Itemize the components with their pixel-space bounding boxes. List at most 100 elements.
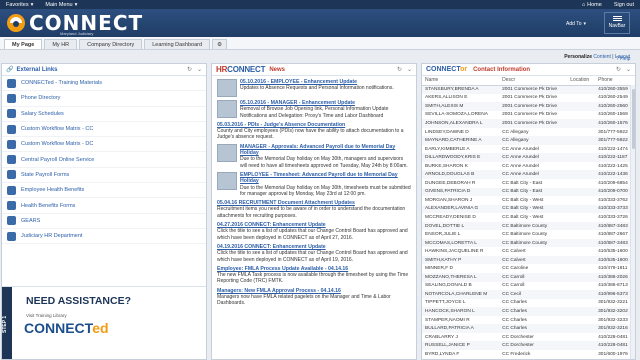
news-title-link[interactable]: EMPLOYEE - Timesheet: Advanced Payroll d… <box>240 172 411 185</box>
navbar-button[interactable]: NavBar <box>604 12 630 34</box>
personalize-content-link[interactable]: Content <box>593 54 611 60</box>
table-row: GIVENS,PATRICIA D CC Balt City - East 410/… <box>422 187 635 197</box>
external-link-item[interactable]: Salary Schedules <box>2 107 206 122</box>
contact-name: HAWKINS,JACQUELINE R <box>425 249 484 255</box>
contact-descr: 2001 Commerce Pk Drive <box>502 120 558 126</box>
refresh-icon[interactable]: ↻ <box>616 66 621 73</box>
news-item: 04.19.2016 CONNECT: Enhancement Update Cl… <box>217 244 411 263</box>
favorites-menu[interactable]: Favorites ▾ <box>0 2 39 8</box>
contacts-table: Name Descr Location Phone STANSBURY,BRENDA … <box>422 76 635 359</box>
contact-location <box>567 145 595 154</box>
contact-descr: CC Anne Arundel <box>502 155 539 161</box>
news-thumbnail-icon <box>217 143 237 162</box>
payroll-icon <box>7 155 16 165</box>
home-link[interactable]: ⌂ Home <box>582 2 602 8</box>
contact-location <box>567 256 595 265</box>
column-header[interactable]: Phone <box>595 76 635 86</box>
contact-name: LINDSEY,DAWNE D <box>425 129 469 135</box>
panel-title: External Links <box>16 66 58 73</box>
external-link-item[interactable]: GEARS <box>2 214 206 229</box>
external-link-item[interactable]: CONNECTed - Training Materials <box>2 76 206 92</box>
table-row: MCCOMAS,LORETTA L CC Baltimore County 410/… <box>422 238 635 248</box>
contact-name: MOZZANO,THERESA L <box>425 274 477 280</box>
contacts-scrollbar[interactable] <box>630 85 635 359</box>
contact-descr: CC Anne Arundel <box>502 146 539 152</box>
external-link-item[interactable]: State Payroll Forms <box>2 168 206 184</box>
table-row: CRABLARRY J CC Dorchester 410/228-0481 <box>422 333 635 342</box>
main-menu[interactable]: Main Menu ▾ <box>39 2 83 8</box>
column-header[interactable]: Name <box>422 76 500 86</box>
contact-location <box>567 282 595 291</box>
contact-location <box>567 230 595 239</box>
news-item: Managers: New FMLA Approval Process - 04… <box>217 288 411 307</box>
table-row: TIPPETT,JOYCE L CC Charles 301/932-3221 <box>422 299 635 308</box>
external-link-label: Health Benefits Forms <box>21 202 76 209</box>
external-link-item[interactable]: Employee Health Benefits <box>2 183 206 199</box>
news-text: 04.27.2016 CONNECT: Enhancement Update Cl… <box>217 222 411 241</box>
contact-location <box>567 119 595 128</box>
news-text: MANAGER - Approvals: Advanced Payroll du… <box>240 144 411 169</box>
tab-settings-gear-icon[interactable]: ⚙ <box>212 39 227 49</box>
external-link-item[interactable]: Health Benefits Forms <box>2 198 206 214</box>
connected-logo-text: CONNECT <box>24 320 93 336</box>
contact-location <box>567 333 595 342</box>
forms-icon <box>7 201 16 211</box>
contact-descr: 2001 Commerce Pk Drive <box>502 87 558 93</box>
panel-title: Contact Information <box>473 66 531 73</box>
contact-descr: CC Baltimore County <box>502 232 548 238</box>
news-text: EMPLOYEE - Timesheet: Advanced Payroll d… <box>240 172 411 197</box>
tab-learning-dashboard[interactable]: Learning Dashboard <box>144 39 211 49</box>
external-link-item[interactable]: Custom Workflow Matrix - DC <box>2 137 206 153</box>
menu-icon[interactable]: ⌄ <box>626 66 631 73</box>
connector-logo-suffix: or <box>460 66 468 73</box>
table-row: DOVEL,DOTTIE L CC Baltimore County 410/887… <box>422 221 635 231</box>
external-link-label: Custom Workflow Matrix - DC <box>21 141 94 148</box>
contact-descr: CC Balt City - East <box>502 180 543 186</box>
table-row: BURKE,SHARON K CC Anne Arundel 410/222-142… <box>422 162 635 171</box>
add-to-menu[interactable]: Add To ▾ <box>566 21 586 27</box>
external-link-label: Salary Schedules <box>21 110 64 117</box>
tab-my-page[interactable]: My Page <box>4 39 43 49</box>
personalize-label: Personalize <box>564 54 592 60</box>
contact-name: MCCOMAS,LORETTA L <box>425 240 477 246</box>
column-header[interactable]: Descr <box>499 76 568 86</box>
contact-name: SEALING,DONALD B <box>425 283 472 289</box>
external-link-label: Judiciary HR Department <box>21 233 83 240</box>
help-link[interactable]: ? Help <box>616 56 630 62</box>
refresh-icon[interactable]: ↻ <box>397 66 402 73</box>
contact-name: JOHNSON,ALEXANDRA L <box>425 120 483 126</box>
news-item: MANAGER - Approvals: Advanced Payroll du… <box>217 143 411 169</box>
external-link-label: Central Payroll Online Service <box>21 156 95 163</box>
refresh-icon[interactable]: ↻ <box>187 66 192 73</box>
news-title-link[interactable]: MANAGER - Approvals: Advanced Payroll du… <box>240 144 411 157</box>
contact-name: DUNGEE,DEBORAH R <box>425 180 476 186</box>
contact-descr: CC Carroll <box>502 274 525 280</box>
news-item: Employee: FMLA Process Update Available … <box>217 266 411 285</box>
home-icon: ⌂ <box>581 1 586 8</box>
favorites-label: Favorites <box>6 1 29 8</box>
external-link-item[interactable]: Central Payroll Online Service <box>2 152 206 168</box>
external-link-item[interactable]: Judiciary HR Department <box>2 229 206 245</box>
salary-icon <box>7 109 16 119</box>
external-link-label: Phone Directory <box>21 95 61 102</box>
chevron-down-icon: ▾ <box>74 1 78 8</box>
need-assistance-promo[interactable]: STEP 1 NEED ASSISTANCE? Visit Training L… <box>2 286 206 359</box>
chevron-down-icon: ▾ <box>30 1 34 8</box>
tab-company-directory[interactable]: Company Directory <box>79 39 143 49</box>
news-thumbnail-icon <box>217 79 237 97</box>
sign-out-link[interactable]: Sign out <box>614 2 634 8</box>
column-header[interactable]: Location <box>567 76 596 86</box>
menu-icon[interactable]: ⌄ <box>407 66 412 73</box>
external-link-item[interactable]: Phone Directory <box>2 91 206 107</box>
contact-name: SMITH,ALEXIS M <box>425 103 464 109</box>
scrollbar-thumb[interactable] <box>632 89 635 149</box>
contact-name: SMITH,KATHY P <box>425 257 462 263</box>
external-link-item[interactable]: Custom Workflow Matrix - CC <box>2 122 206 138</box>
news-item: 05.03.2016 - PDIs - Judge's Absence Docu… <box>217 122 411 141</box>
navbar-label: NavBar <box>608 23 626 29</box>
tab-my-hr[interactable]: My HR <box>44 39 78 49</box>
contact-name: MCCREADY,DENISE D <box>425 214 476 220</box>
menu-icon[interactable]: ⌄ <box>197 66 202 73</box>
table-row: ENSOR,JULIE L CC Baltimore County 410/887-… <box>422 230 635 239</box>
contact-descr: CC Calvert <box>502 257 526 263</box>
